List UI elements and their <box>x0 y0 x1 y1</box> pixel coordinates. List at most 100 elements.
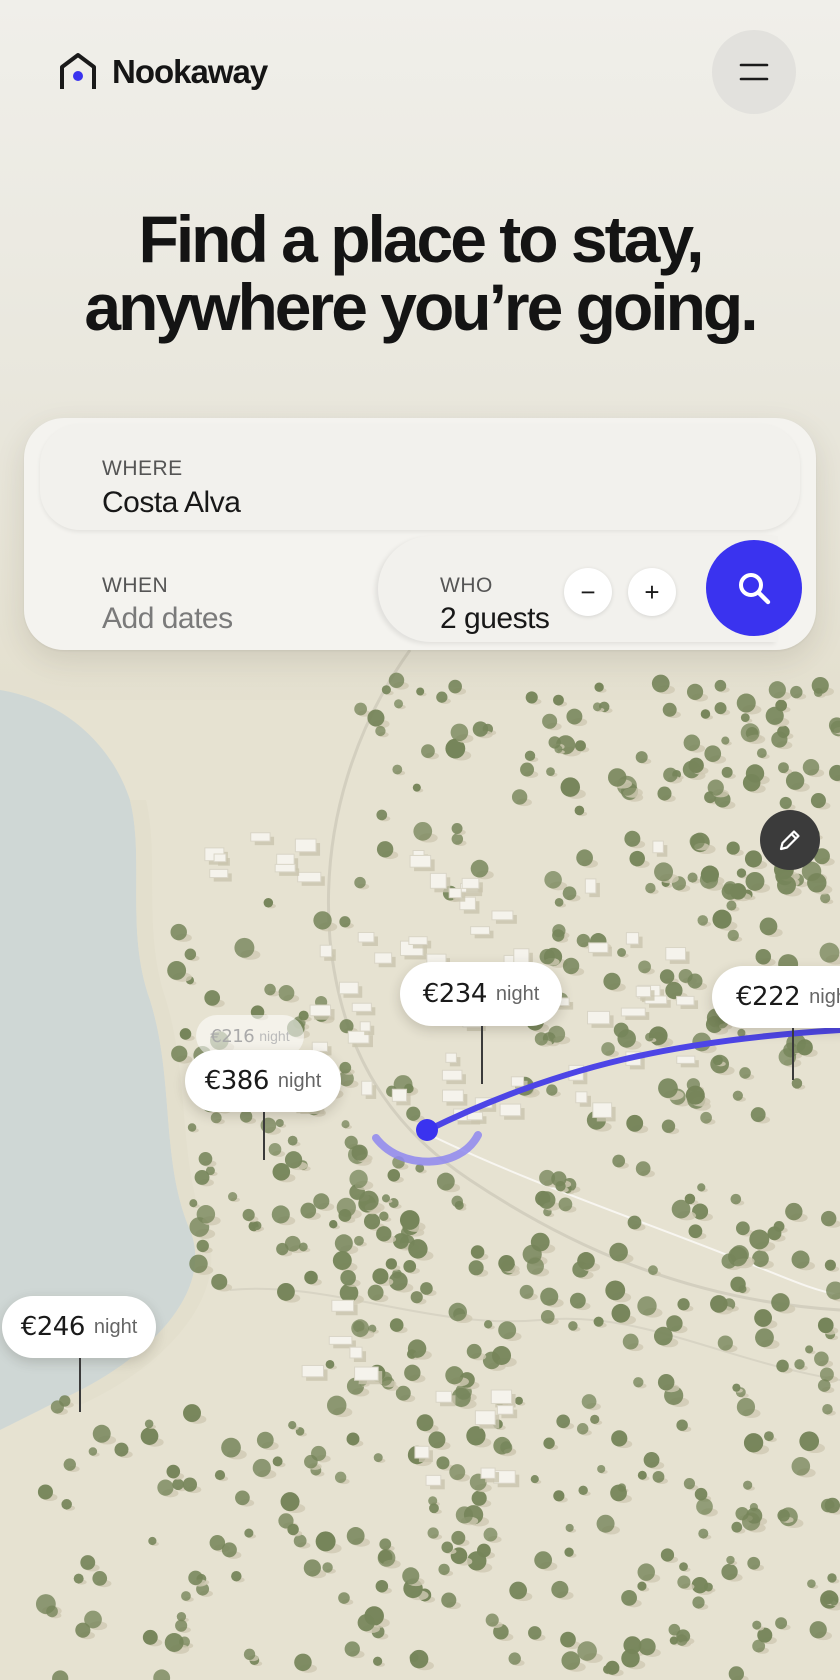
tree <box>799 1431 820 1452</box>
building <box>338 981 359 995</box>
building <box>359 1021 371 1032</box>
tree <box>543 1437 555 1449</box>
tree <box>514 1396 523 1405</box>
tree <box>794 1359 805 1370</box>
tree <box>752 1250 769 1268</box>
tree <box>540 1309 555 1324</box>
building <box>274 863 296 873</box>
building <box>513 948 530 964</box>
tree <box>729 883 747 900</box>
tree <box>684 1193 696 1205</box>
tree <box>412 783 421 792</box>
tree <box>817 1379 831 1392</box>
when-placeholder[interactable]: Add dates <box>102 602 233 636</box>
tree <box>796 1039 813 1056</box>
tree <box>234 937 255 958</box>
increase-guests-button[interactable]: + <box>628 568 676 616</box>
pin-unit: night <box>93 1315 138 1338</box>
building <box>584 878 597 894</box>
where-field[interactable]: WHERE Costa Alva <box>40 424 800 530</box>
tree <box>239 1110 253 1123</box>
tree <box>214 1469 226 1481</box>
tree <box>696 1498 713 1515</box>
tree <box>284 1151 303 1169</box>
brand-logo[interactable]: Nookaway <box>58 52 268 92</box>
tree <box>736 1397 756 1417</box>
pin-price: €246 <box>20 1312 86 1342</box>
tree <box>679 1562 688 1571</box>
tree <box>450 723 469 742</box>
pin-price: €234 <box>422 979 488 1009</box>
tree <box>555 1181 566 1192</box>
price-pin-bubble[interactable]: €222 night <box>712 966 840 1028</box>
tree <box>676 1419 688 1431</box>
tree <box>402 1567 420 1585</box>
tree <box>735 1221 750 1236</box>
price-pin-bubble[interactable]: €234 night <box>400 962 562 1026</box>
tree <box>80 1555 96 1570</box>
where-value[interactable]: Costa Alva <box>102 486 241 520</box>
tree <box>721 766 733 778</box>
tree <box>775 1617 788 1630</box>
tree <box>560 1631 576 1648</box>
edit-route-button[interactable] <box>760 810 820 870</box>
price-pin-bubble[interactable]: €246 night <box>2 1296 156 1358</box>
tree <box>287 1523 299 1536</box>
tree <box>376 809 388 821</box>
building <box>499 1103 522 1117</box>
tree <box>354 1235 364 1246</box>
tree <box>611 1303 631 1323</box>
tree <box>692 1596 705 1609</box>
when-field[interactable]: WHEN Add dates <box>40 536 380 642</box>
tree <box>546 1084 558 1096</box>
tree <box>814 1351 829 1367</box>
tree <box>564 1547 574 1557</box>
tree <box>256 1431 274 1449</box>
tree <box>554 897 564 907</box>
pin-unit: night <box>809 985 840 1008</box>
tree <box>622 1333 639 1350</box>
tree <box>605 1660 620 1675</box>
tree <box>421 744 435 758</box>
building <box>445 1052 457 1063</box>
search-panel: WHERE Costa Alva WHEN Add dates WHO 2 gu… <box>24 418 816 650</box>
house-outline-icon <box>60 53 96 89</box>
tree <box>338 1208 352 1222</box>
tree <box>73 1573 84 1584</box>
tree <box>791 1250 810 1269</box>
tree <box>287 1135 298 1146</box>
tree <box>609 1242 628 1262</box>
tree <box>576 849 593 867</box>
tree <box>594 682 604 692</box>
search-icon <box>739 573 771 605</box>
tree <box>388 672 405 689</box>
search-button[interactable] <box>706 540 802 636</box>
tree <box>471 1490 487 1506</box>
tree <box>827 1573 837 1583</box>
tree <box>728 1246 748 1267</box>
tree <box>466 1343 482 1359</box>
tree <box>785 771 805 790</box>
tree <box>712 909 732 929</box>
tree <box>454 1200 464 1210</box>
building <box>441 1069 463 1081</box>
tree <box>817 1317 834 1334</box>
tree <box>542 713 558 729</box>
menu-button[interactable] <box>712 30 796 114</box>
tree <box>779 796 792 810</box>
tree <box>293 1534 307 1548</box>
tree <box>651 674 670 693</box>
tree <box>540 1287 559 1306</box>
title-line-2: anywhere you’re going. <box>84 270 758 344</box>
top-bar: Nookaway <box>0 0 840 150</box>
building <box>414 1445 430 1459</box>
price-pin-bubble[interactable]: €386 night <box>185 1050 341 1112</box>
tree <box>263 897 274 908</box>
tree <box>313 911 332 930</box>
building <box>510 1076 525 1087</box>
tree <box>338 1592 350 1604</box>
tree <box>743 1433 764 1453</box>
tree <box>621 1649 640 1668</box>
decrease-guests-button[interactable]: − <box>564 568 612 616</box>
tree <box>508 1652 521 1665</box>
